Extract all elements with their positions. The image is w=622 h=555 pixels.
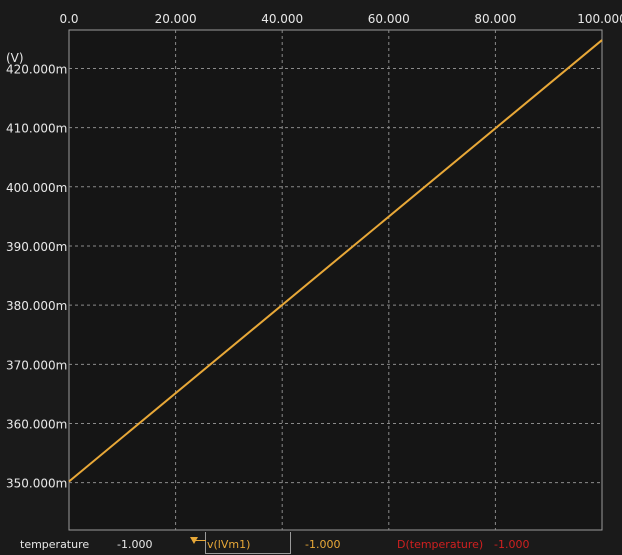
y-tick-label: 410.000m: [6, 122, 67, 136]
x-tick-label: 60.000: [368, 12, 410, 26]
x-tick-label: 100.000: [577, 12, 622, 26]
trace-value: -1.000: [305, 538, 341, 551]
derivative-value: -1.000: [494, 538, 530, 551]
x-cursor-value: -1.000: [117, 538, 153, 551]
trace-selector-box[interactable]: [205, 532, 291, 554]
y-unit-label: (V): [6, 51, 24, 65]
y-tick-label: 400.000m: [6, 181, 67, 195]
y-tick-label: 370.000m: [6, 358, 67, 372]
x-axis-name: temperature: [20, 538, 90, 551]
x-tick-label: 20.000: [155, 12, 197, 26]
trace-marker-icon[interactable]: [190, 537, 198, 544]
y-tick-label: 350.000m: [6, 477, 67, 491]
derivative-label: D(temperature): [397, 538, 484, 551]
status-bar: temperature -1.000 v(lVm1) -1.000 D(temp…: [0, 532, 622, 555]
y-tick-label: 380.000m: [6, 299, 67, 313]
x-tick-label: 40.000: [261, 12, 303, 26]
chart: 0.0 20.000 40.000 60.000 80.000 100.000 420.0…: [0, 0, 622, 532]
y-tick-label: 390.000m: [6, 240, 67, 254]
y-tick-label: 360.000m: [6, 417, 67, 431]
x-tick-label: 80.000: [474, 12, 516, 26]
x-tick-label: 0.0: [59, 12, 78, 26]
